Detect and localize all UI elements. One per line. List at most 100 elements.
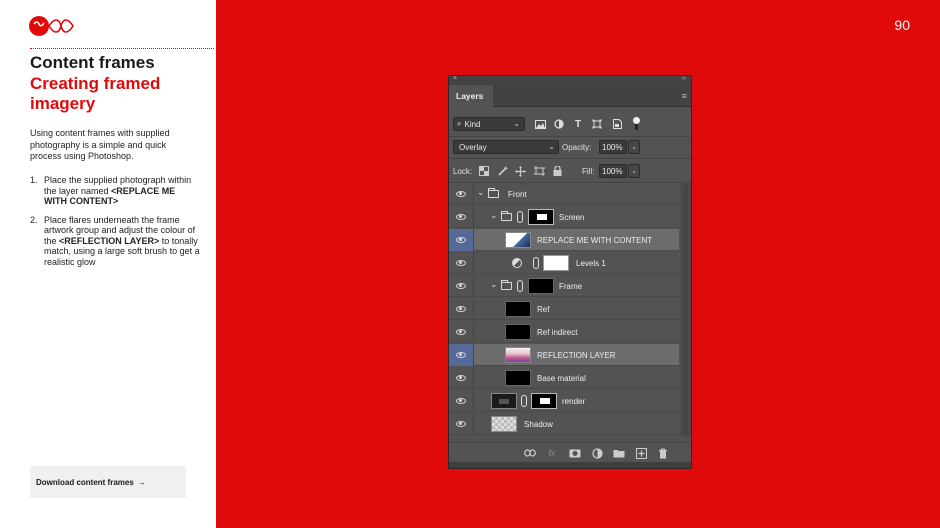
lock-artboard-icon[interactable] xyxy=(533,165,545,177)
panel-tabs: Layers ≡ xyxy=(449,85,691,107)
virgin-media-logo xyxy=(29,16,74,36)
mask-icon[interactable] xyxy=(568,446,582,460)
fx-icon[interactable]: fx xyxy=(545,446,559,460)
visibility-toggle[interactable] xyxy=(449,275,474,297)
visibility-toggle[interactable] xyxy=(449,298,474,320)
layer-row[interactable]: Levels 1 xyxy=(449,252,679,274)
chevron-down-icon[interactable]: ⌄ xyxy=(490,210,498,221)
layer-row[interactable]: ⌄ Front xyxy=(449,183,679,205)
opacity-input[interactable]: 100% xyxy=(599,140,627,154)
layer-mask-thumbnail[interactable] xyxy=(528,278,554,294)
trash-icon[interactable] xyxy=(656,446,670,460)
panel-menu-icon[interactable]: ≡ xyxy=(682,92,687,101)
layer-row[interactable]: REFLECTION LAYER xyxy=(449,344,679,366)
visibility-toggle[interactable] xyxy=(449,206,474,228)
link-icon xyxy=(517,280,523,292)
layer-row[interactable]: ⌄ Frame xyxy=(449,275,679,297)
layer-row[interactable]: Ref xyxy=(449,298,679,320)
opacity-dropdown[interactable]: ⌄ xyxy=(628,140,640,154)
lock-all-icon[interactable] xyxy=(551,165,563,177)
chevron-down-icon: ⌄ xyxy=(513,119,520,128)
fill-dropdown[interactable]: ⌄ xyxy=(628,164,640,178)
adjustment-filter-icon[interactable] xyxy=(552,117,566,131)
layer-thumbnail[interactable] xyxy=(491,416,517,432)
eye-icon xyxy=(456,398,466,404)
page-subtitle: Creating framed imagery xyxy=(30,74,161,113)
visibility-toggle[interactable] xyxy=(449,183,474,205)
shape-filter-icon[interactable] xyxy=(590,117,604,131)
scrollbar[interactable] xyxy=(680,183,691,437)
lock-transparent-pixels-icon[interactable] xyxy=(478,165,490,177)
eye-icon xyxy=(456,306,466,312)
eye-icon xyxy=(456,283,466,289)
filter-toggle[interactable] xyxy=(633,117,640,131)
folder-icon xyxy=(501,211,512,221)
layer-name: Frame xyxy=(559,281,583,291)
blend-mode-select[interactable]: Overlay ⌄ xyxy=(453,140,559,154)
eye-icon xyxy=(456,260,466,266)
layer-name: Front xyxy=(508,189,527,199)
opacity-label: Opacity: xyxy=(562,143,592,152)
visibility-toggle[interactable] xyxy=(449,321,474,343)
visibility-toggle[interactable] xyxy=(449,252,474,274)
layer-mask-thumbnail[interactable] xyxy=(531,393,557,409)
layer-row[interactable]: REPLACE ME WITH CONTENT xyxy=(449,229,679,251)
eye-icon xyxy=(456,329,466,335)
layer-mask-thumbnail[interactable] xyxy=(543,255,569,271)
eye-icon xyxy=(456,375,466,381)
page-number: 90 xyxy=(894,17,910,33)
visibility-toggle[interactable] xyxy=(449,413,474,435)
chevron-down-icon[interactable]: ⌄ xyxy=(490,279,498,290)
visibility-toggle[interactable] xyxy=(449,344,474,366)
link-icon xyxy=(533,257,539,269)
layer-mask-thumbnail[interactable] xyxy=(528,209,554,225)
eye-icon xyxy=(456,421,466,427)
tab-layers[interactable]: Layers xyxy=(449,85,493,107)
layer-thumbnail[interactable] xyxy=(491,393,517,409)
eye-icon xyxy=(456,191,466,197)
step-item: 2. Place flares underneath the frame art… xyxy=(30,215,200,268)
layer-name: Base material xyxy=(537,373,586,383)
layer-name: Screen xyxy=(559,212,585,222)
lock-image-pixels-icon[interactable] xyxy=(497,165,509,177)
layer-row[interactable]: Shadow xyxy=(449,413,679,435)
fill-input[interactable]: 100% xyxy=(599,164,627,178)
layers-bottom-toolbar: fx xyxy=(449,442,691,462)
chevron-down-icon[interactable]: ⌄ xyxy=(477,187,485,198)
layer-row[interactable]: Ref indirect xyxy=(449,321,679,343)
kind-filter-select[interactable]: ⌕ Kind ⌄ xyxy=(453,117,525,131)
eye-icon xyxy=(456,237,466,243)
layer-row[interactable]: Base material xyxy=(449,367,679,389)
link-icon[interactable] xyxy=(523,446,537,460)
type-filter-icon[interactable]: T xyxy=(571,117,585,131)
layer-thumbnail[interactable] xyxy=(505,370,531,386)
layer-row[interactable]: ⌄ Screen xyxy=(449,206,679,228)
image-filter-icon[interactable] xyxy=(533,117,547,131)
smart-object-filter-icon[interactable] xyxy=(610,117,624,131)
layer-thumbnail[interactable] xyxy=(505,347,531,363)
chevron-down-icon: ⌄ xyxy=(548,142,555,151)
close-icon[interactable]: × xyxy=(453,75,457,82)
layer-thumbnail[interactable] xyxy=(505,232,531,248)
visibility-toggle[interactable] xyxy=(449,229,474,251)
step-number: 2. xyxy=(30,214,38,225)
layer-name: Levels 1 xyxy=(576,258,606,268)
download-content-frames-button[interactable]: Download content frames → xyxy=(30,466,186,498)
layer-row[interactable]: render xyxy=(449,390,679,412)
collapse-icon[interactable]: ‹‹ xyxy=(681,75,686,82)
panel-titlebar: × ‹‹ xyxy=(449,75,691,85)
layer-thumbnail[interactable] xyxy=(505,324,531,340)
folder-icon[interactable] xyxy=(612,446,626,460)
fill-label: Fill: xyxy=(582,167,595,176)
side-panel: Content frames Creating framed imagery U… xyxy=(0,0,216,528)
visibility-toggle[interactable] xyxy=(449,367,474,389)
adjustment-layer-icon xyxy=(512,258,522,268)
scrollbar-thumb[interactable] xyxy=(683,185,688,435)
lock-position-icon[interactable] xyxy=(514,165,526,177)
layer-thumbnail[interactable] xyxy=(505,301,531,317)
visibility-toggle[interactable] xyxy=(449,390,474,412)
divider xyxy=(449,158,691,159)
toggle-knob xyxy=(633,117,640,124)
new-layer-icon[interactable] xyxy=(634,446,648,460)
adjustment-icon[interactable] xyxy=(590,446,604,460)
